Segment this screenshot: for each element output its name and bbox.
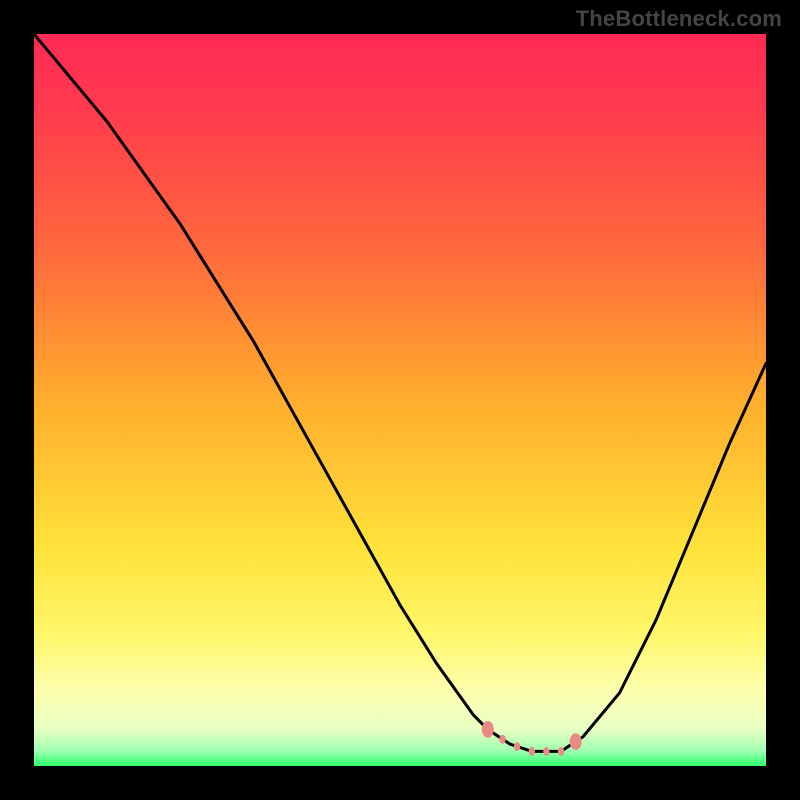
watermark-text: TheBottleneck.com [576, 6, 782, 32]
bottleneck-curve [34, 34, 766, 751]
plot-area [34, 34, 766, 766]
curve-overlay [34, 34, 766, 766]
optimal-range-markers [482, 721, 582, 756]
chart-frame: TheBottleneck.com [0, 0, 800, 800]
